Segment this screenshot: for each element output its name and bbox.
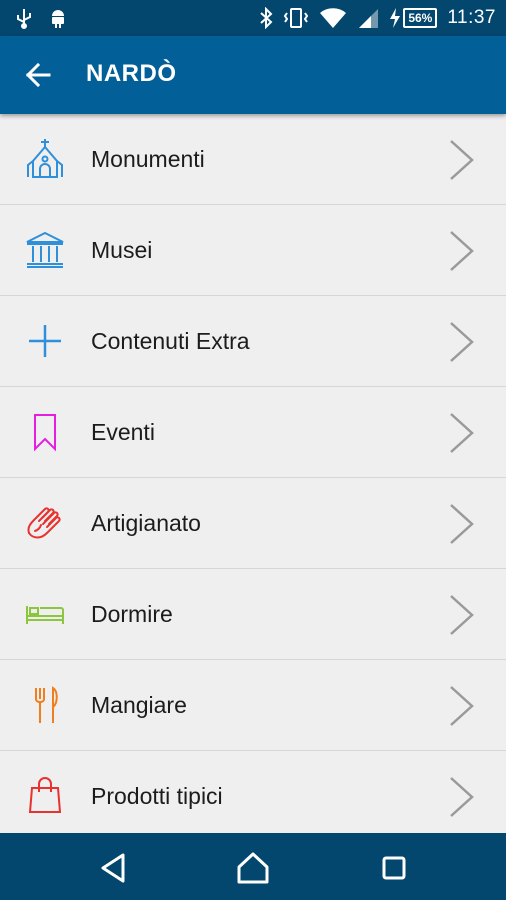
bluetooth-icon bbox=[259, 7, 273, 29]
bed-icon bbox=[25, 594, 65, 634]
list-item-label: Monumenti bbox=[91, 146, 205, 172]
list-item-label: Dormire bbox=[91, 601, 173, 627]
charging-icon bbox=[390, 8, 401, 28]
bookmark-icon bbox=[25, 412, 65, 452]
page-title: NARDÒ bbox=[86, 60, 177, 87]
usb-icon bbox=[14, 7, 34, 29]
list-item-artigianato[interactable]: Artigianato bbox=[0, 478, 506, 569]
list-item-contenuti-extra[interactable]: Contenuti Extra bbox=[0, 296, 506, 387]
battery-indicator: 56% bbox=[389, 8, 438, 28]
list-item-label: Prodotti tipici bbox=[91, 783, 223, 809]
list-item-eventi[interactable]: Eventi bbox=[0, 387, 506, 478]
list-item-mangiare[interactable]: Mangiare bbox=[0, 660, 506, 751]
list-item-musei[interactable]: Musei bbox=[0, 205, 506, 296]
app-bar: NARDÒ bbox=[0, 36, 506, 114]
status-bar: 56% 11:37 bbox=[0, 0, 506, 36]
battery-level: 56% bbox=[403, 8, 438, 28]
list-item-label: Contenuti Extra bbox=[91, 328, 250, 354]
clock: 11:37 bbox=[447, 7, 496, 28]
chevron-right-icon bbox=[448, 139, 476, 181]
category-list: Monumenti Musei Contenuti Extra Eventi A… bbox=[0, 114, 506, 842]
chevron-right-icon bbox=[448, 230, 476, 272]
chevron-right-icon bbox=[448, 685, 476, 727]
shopping-bag-icon bbox=[25, 776, 65, 816]
vibrate-icon bbox=[283, 7, 309, 29]
android-icon bbox=[48, 7, 68, 29]
signal-icon bbox=[357, 7, 379, 29]
chevron-right-icon bbox=[448, 594, 476, 636]
plus-icon bbox=[25, 321, 65, 361]
list-item-dormire[interactable]: Dormire bbox=[0, 569, 506, 660]
list-item-prodotti-tipici[interactable]: Prodotti tipici bbox=[0, 751, 506, 842]
wifi-icon bbox=[319, 7, 347, 29]
hands-icon bbox=[25, 503, 65, 543]
chevron-right-icon bbox=[448, 412, 476, 454]
arrow-back-icon[interactable] bbox=[24, 61, 56, 89]
list-item-label: Musei bbox=[91, 237, 153, 263]
back-triangle-icon[interactable] bbox=[97, 851, 131, 885]
chevron-right-icon bbox=[448, 321, 476, 363]
museum-icon bbox=[25, 230, 65, 270]
chevron-right-icon bbox=[448, 776, 476, 818]
chevron-right-icon bbox=[448, 503, 476, 545]
list-item-label: Eventi bbox=[91, 419, 155, 445]
list-item-label: Artigianato bbox=[91, 510, 201, 536]
church-icon bbox=[25, 139, 65, 179]
system-nav-bar bbox=[0, 833, 506, 900]
list-item-label: Mangiare bbox=[91, 692, 187, 718]
list-item-monumenti[interactable]: Monumenti bbox=[0, 114, 506, 205]
fork-knife-icon bbox=[25, 685, 65, 725]
home-icon[interactable] bbox=[236, 851, 270, 885]
recents-icon[interactable] bbox=[377, 851, 411, 885]
